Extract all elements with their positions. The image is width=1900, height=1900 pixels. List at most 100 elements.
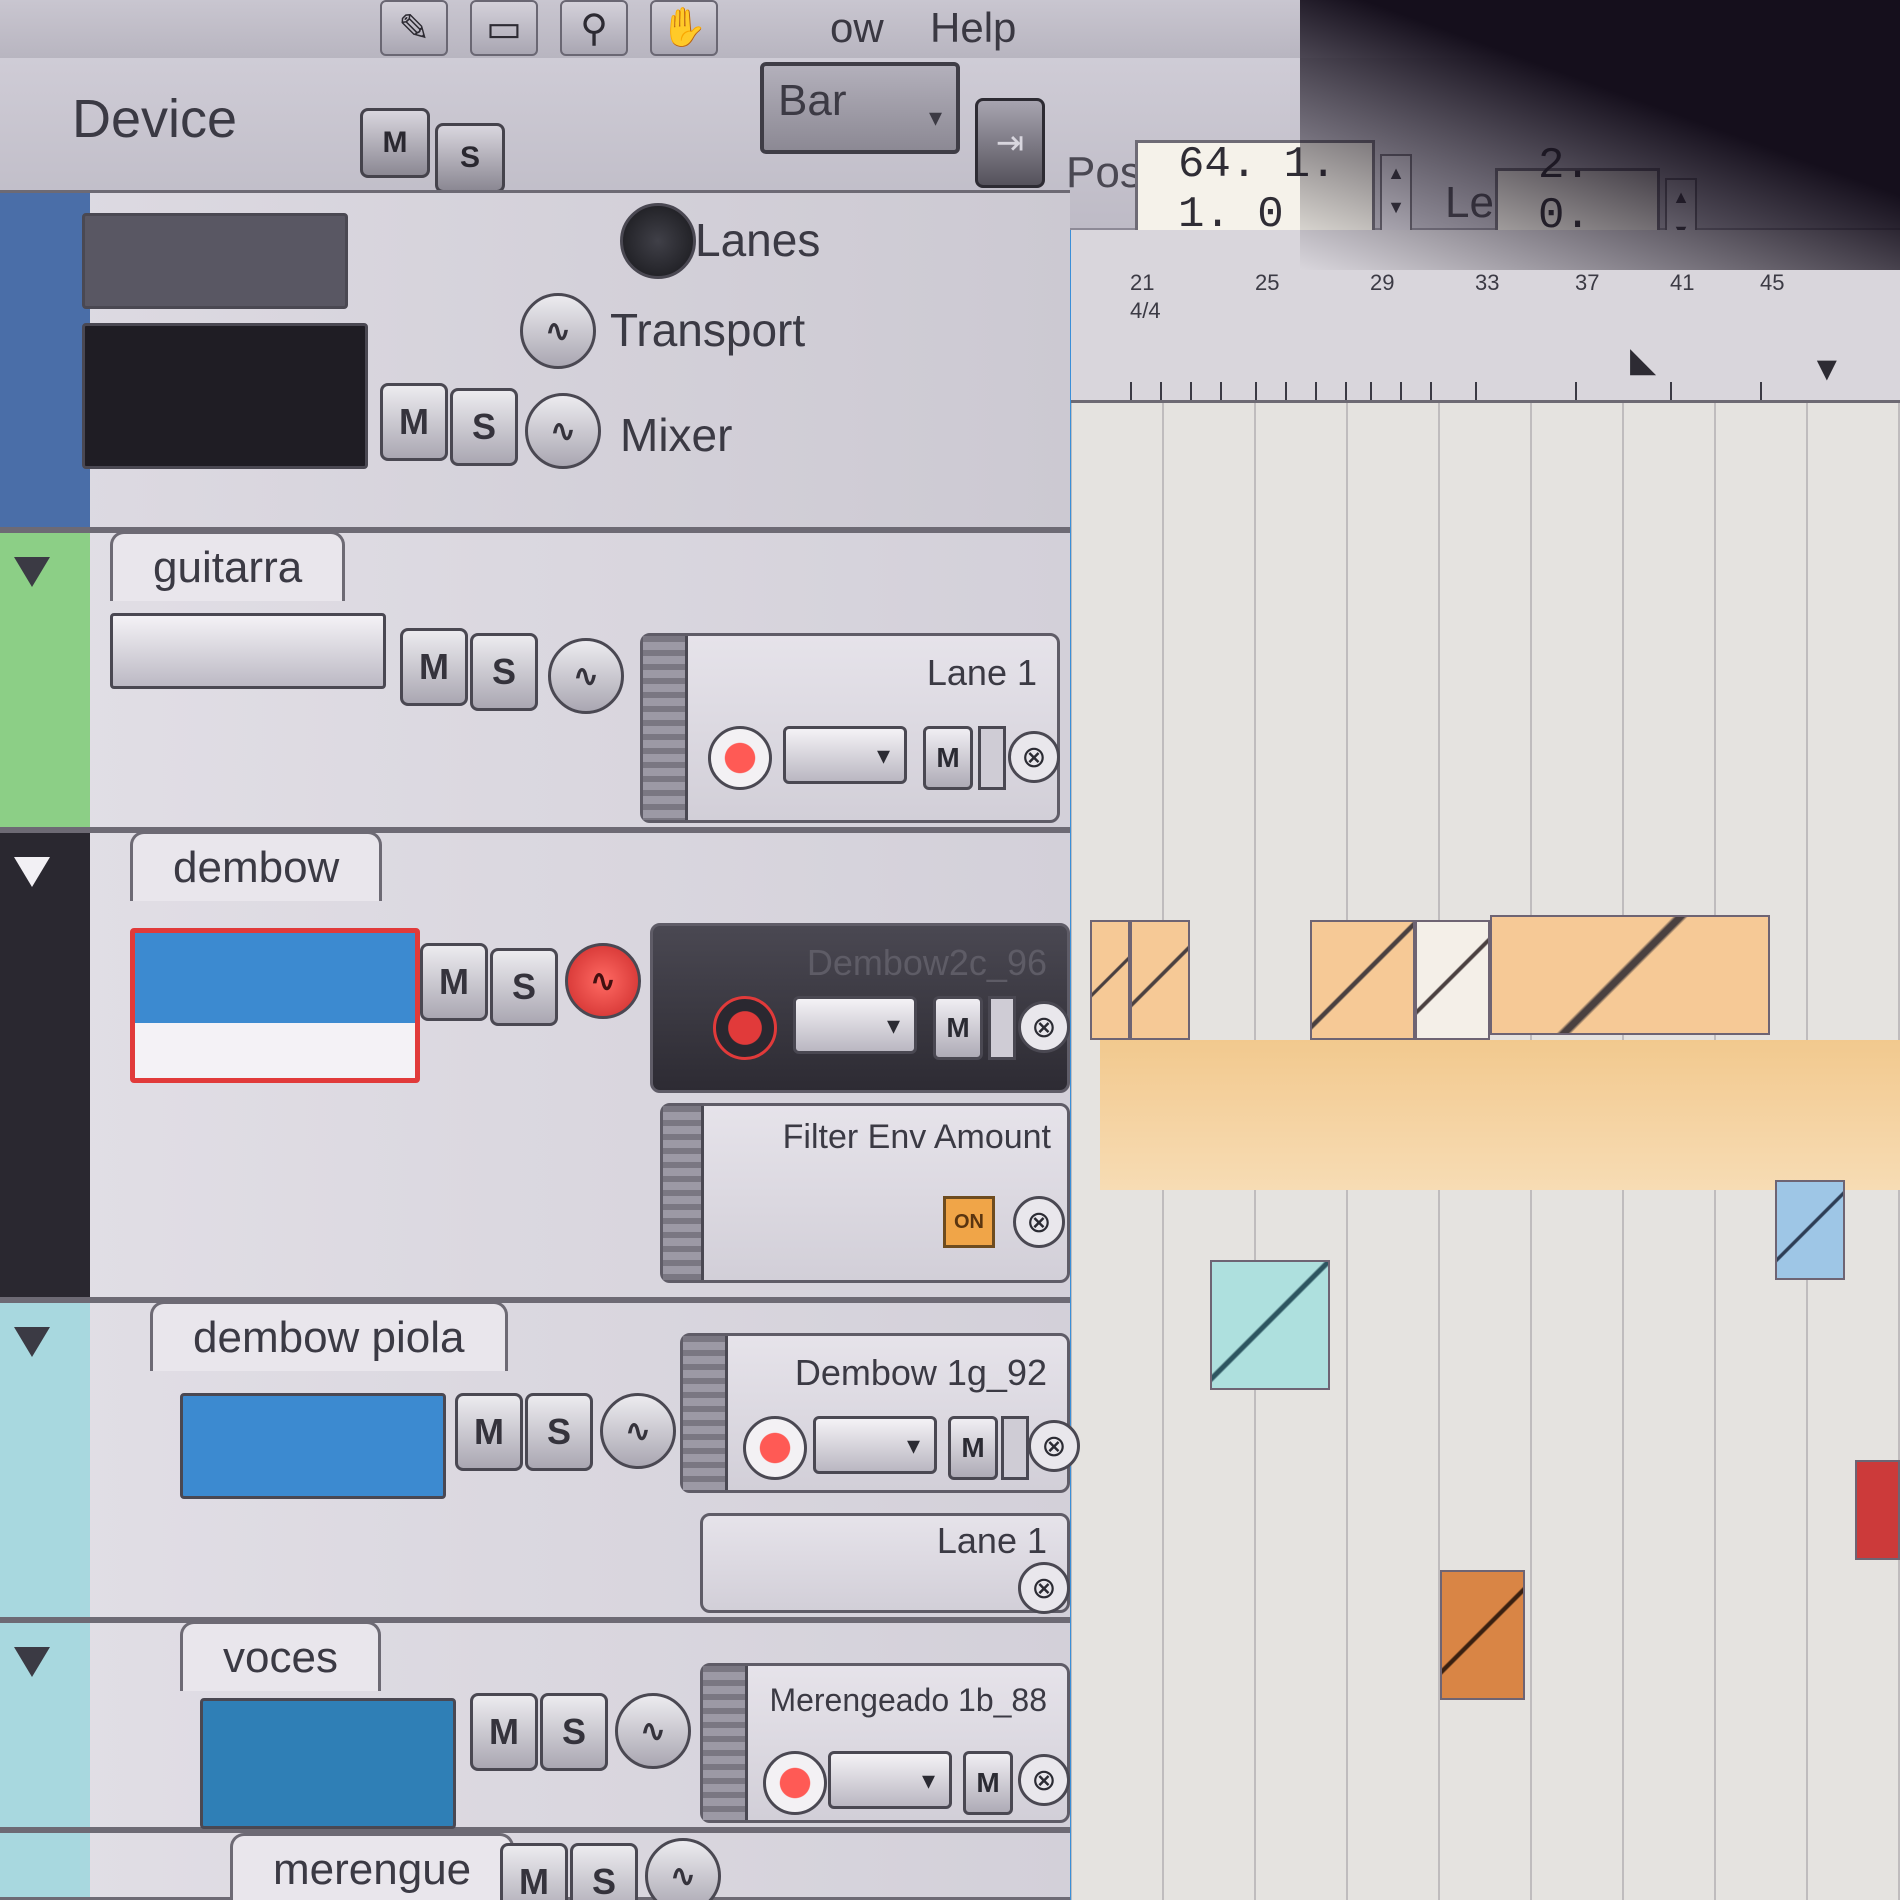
transport-wave-icon[interactable]: ∿ xyxy=(520,293,596,369)
collapse-arrow-icon[interactable] xyxy=(14,1647,50,1677)
guitar-amp-device[interactable] xyxy=(110,613,386,689)
lane-select[interactable]: ▾ xyxy=(793,996,917,1054)
eraser-tool-icon[interactable]: ▭ xyxy=(470,0,538,56)
lane-close-icon[interactable]: ⊗ xyxy=(1018,1562,1070,1614)
clip[interactable] xyxy=(1130,920,1190,1040)
menu-bar: ✎ ▭ ⚲ ✋ ow Help xyxy=(0,0,1300,60)
track-solo-button[interactable]: S xyxy=(470,633,538,711)
track-automation-icon[interactable]: ∿ xyxy=(645,1838,721,1900)
ruler-tick xyxy=(1255,382,1257,400)
track-solo-button[interactable]: S xyxy=(570,1843,638,1900)
track-solo-button[interactable]: S xyxy=(525,1393,593,1471)
lanes-icon[interactable] xyxy=(620,203,696,279)
lane-grip[interactable] xyxy=(643,636,688,820)
automation-on-button[interactable]: ON xyxy=(943,1196,995,1248)
mixer-wave-icon[interactable]: ∿ xyxy=(525,393,601,469)
snap-value: Bar xyxy=(778,76,847,125)
lane-mute-button[interactable]: M xyxy=(923,726,973,790)
track-solo-button[interactable]: S xyxy=(490,948,558,1026)
track-mute-button[interactable]: M xyxy=(470,1693,538,1771)
track-name-tab[interactable]: dembow piola xyxy=(150,1301,508,1371)
track-merengue[interactable]: merengue M S ∿ xyxy=(0,1830,1070,1900)
menu-item-help[interactable]: Help xyxy=(930,4,1016,52)
automation-close-icon[interactable]: ⊗ xyxy=(1013,1196,1065,1248)
sampler-device[interactable] xyxy=(200,1698,456,1829)
lane-mute-button[interactable]: M xyxy=(933,996,983,1060)
track-name-tab[interactable]: voces xyxy=(180,1621,381,1691)
clip[interactable] xyxy=(1415,920,1490,1040)
track-voces[interactable]: voces M S ∿ Merengeado 1b_88 ▾ M ⊗ xyxy=(0,1620,1070,1830)
track-guitarra[interactable]: guitarra M S ∿ Lane 1 ▾ M ⊗ xyxy=(0,530,1070,830)
automation-band[interactable] xyxy=(1100,1040,1900,1190)
track-solo-button[interactable]: S xyxy=(540,1693,608,1771)
hand-tool-icon[interactable]: ✋ xyxy=(650,0,718,56)
automation-lane-panel: Filter Env Amount ON ⊗ xyxy=(660,1103,1070,1283)
clip[interactable] xyxy=(1855,1460,1900,1560)
track-mute-button[interactable]: M xyxy=(400,628,468,706)
track-name-tab[interactable]: dembow xyxy=(130,831,383,901)
clip[interactable] xyxy=(1775,1180,1845,1280)
lane-select[interactable]: ▾ xyxy=(828,1751,952,1809)
position-field[interactable]: 64. 1. 1. 0 xyxy=(1135,140,1375,240)
track-name-tab[interactable]: merengue xyxy=(230,1833,515,1900)
synth-device[interactable] xyxy=(180,1393,446,1499)
position-spinner[interactable]: ▲ ▼ xyxy=(1380,154,1412,232)
timeline-ruler[interactable]: 21 4/4 25 29 33 37 41 45 ◣ ▼ xyxy=(1070,230,1900,403)
ruler-tick xyxy=(1345,382,1347,400)
snap-select[interactable]: Bar ▾ xyxy=(760,62,960,154)
track-mute-button[interactable]: M xyxy=(455,1393,523,1471)
loop-marker-icon[interactable]: ◣ xyxy=(1630,340,1656,380)
mixer-mute-button[interactable]: M xyxy=(380,383,448,461)
lane-record-button[interactable] xyxy=(743,1416,807,1480)
clip[interactable] xyxy=(1210,1260,1330,1390)
lane-record-button[interactable] xyxy=(708,726,772,790)
lane-close-icon[interactable]: ⊗ xyxy=(1018,1754,1070,1806)
ruler-tick xyxy=(1575,382,1577,400)
lane-mute-button[interactable]: M xyxy=(948,1416,998,1480)
magnify-tool-icon[interactable]: ⚲ xyxy=(560,0,628,56)
track-name-tab[interactable]: guitarra xyxy=(110,531,346,601)
lane-close-icon[interactable]: ⊗ xyxy=(1008,731,1060,783)
end-marker-icon[interactable]: ▼ xyxy=(1810,350,1844,389)
clip[interactable] xyxy=(1490,915,1770,1035)
collapse-arrow-icon[interactable] xyxy=(14,857,50,887)
snap-toggle-icon[interactable]: ⇥ xyxy=(975,98,1045,188)
lane-select[interactable]: ▾ xyxy=(783,726,907,784)
mute-all-button[interactable]: M xyxy=(360,108,430,178)
pencil-tool-icon[interactable]: ✎ xyxy=(380,0,448,56)
mixer-solo-button[interactable]: S xyxy=(450,388,518,466)
track-automation-icon[interactable]: ∿ xyxy=(615,1693,691,1769)
track-mute-button[interactable]: M xyxy=(500,1843,568,1900)
bar-number: 25 xyxy=(1255,270,1280,295)
transport-device[interactable] xyxy=(82,323,368,469)
bar-number: 41 xyxy=(1670,270,1695,295)
clip[interactable] xyxy=(1090,920,1130,1040)
device-column-label: Device xyxy=(72,89,238,149)
track-dembow-piola[interactable]: dembow piola M S ∿ Dembow 1g_92 ▾ M ⊗ La… xyxy=(0,1300,1080,1620)
track-automation-icon[interactable]: ∿ xyxy=(565,943,641,1019)
lane-close-icon[interactable]: ⊗ xyxy=(1018,1001,1070,1053)
track-automation-icon[interactable]: ∿ xyxy=(600,1393,676,1469)
lane-close-icon[interactable]: ⊗ xyxy=(1028,1420,1080,1472)
lane-grip[interactable] xyxy=(703,1666,748,1820)
clip[interactable] xyxy=(1440,1570,1525,1700)
lane-controls-device[interactable] xyxy=(82,213,348,309)
lane-record-button[interactable] xyxy=(713,996,777,1060)
track-automation-icon[interactable]: ∿ xyxy=(548,638,624,714)
lane-mute-button[interactable]: M xyxy=(963,1751,1013,1815)
lane-select[interactable]: ▾ xyxy=(813,1416,937,1474)
track-dembow[interactable]: dembow M S ∿ Dembow2c_96 ▾ M ⊗ Filter En… xyxy=(0,830,1070,1300)
clip[interactable] xyxy=(1310,920,1415,1040)
synth-device[interactable] xyxy=(130,928,420,1083)
lane-grip[interactable] xyxy=(683,1336,728,1490)
track-color-bar xyxy=(0,1833,90,1897)
collapse-arrow-icon[interactable] xyxy=(14,1327,50,1357)
track-mute-button[interactable]: M xyxy=(420,943,488,1021)
lane-record-button[interactable] xyxy=(763,1751,827,1815)
menu-item-window[interactable]: ow xyxy=(830,4,884,52)
ruler-tick xyxy=(1370,382,1372,400)
collapse-arrow-icon[interactable] xyxy=(14,557,50,587)
lane-grip[interactable] xyxy=(663,1106,704,1280)
solo-all-button[interactable]: S xyxy=(435,123,505,193)
lane-panel: Lane 1 ▾ M ⊗ xyxy=(640,633,1060,823)
